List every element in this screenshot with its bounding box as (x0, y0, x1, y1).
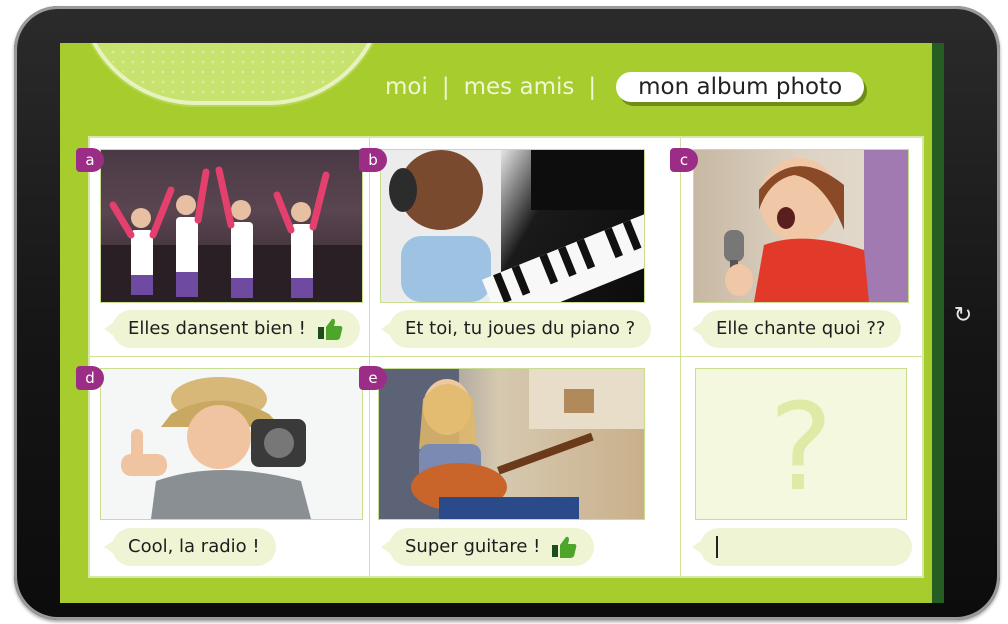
photo-dancers[interactable] (100, 149, 363, 303)
comment-bubble: Elle chante quoi ?? (691, 310, 902, 348)
app-screen: moi | mes amis | mon album photo a Elles… (60, 43, 944, 603)
comment-text: Super guitare ! (405, 536, 541, 557)
dancers-illustration (101, 166, 362, 302)
photo-label-badge: e (359, 366, 387, 390)
text-cursor (716, 536, 718, 558)
top-nav: moi | mes amis | mon album photo (385, 69, 865, 105)
photo-guitar[interactable] (378, 368, 645, 520)
photo-album-grid: a Elles dansent bien ! b Et toi, tu joue… (76, 136, 924, 578)
question-mark-icon: ? (769, 379, 833, 518)
screen-edge (932, 43, 944, 603)
comment-text: Elle chante quoi ?? (716, 318, 886, 339)
album-cell-c[interactable]: c Elle chante quoi ?? (670, 138, 922, 356)
guitar-girl-illustration (379, 369, 644, 519)
comment-bubble: Cool, la radio ! (104, 528, 276, 566)
photo-radio[interactable] (100, 368, 363, 520)
album-cell-a[interactable]: a Elles dansent bien ! (76, 138, 369, 356)
photo-label-badge: a (76, 148, 104, 172)
album-cell-b[interactable]: b Et toi, tu joues du piano ? (359, 138, 680, 356)
thumbs-up-icon[interactable] (550, 535, 578, 559)
radio-boy-illustration (121, 377, 311, 519)
album-cell-mystery[interactable]: ? (680, 356, 922, 576)
rotate-icon[interactable]: ↻ (950, 303, 976, 329)
photo-label-badge: d (76, 366, 104, 390)
comment-bubble: Et toi, tu joues du piano ? (380, 310, 652, 348)
cloud-decoration (78, 43, 386, 105)
photo-label-badge: c (670, 148, 698, 172)
comment-text: Et toi, tu joues du piano ? (405, 318, 636, 339)
photo-piano[interactable] (380, 149, 645, 303)
photo-singer[interactable] (693, 149, 909, 303)
mystery-photo-placeholder[interactable]: ? (695, 368, 907, 520)
piano-illustration (381, 150, 644, 302)
photo-label-badge: b (359, 148, 387, 172)
nav-item-mes-amis[interactable]: mes amis (464, 74, 575, 100)
comment-text: Cool, la radio ! (128, 536, 260, 557)
comment-text: Elles dansent bien ! (128, 318, 306, 339)
nav-item-mon-album-photo[interactable]: mon album photo (616, 72, 865, 102)
nav-separator: | (441, 74, 450, 100)
comment-input-bubble[interactable] (692, 528, 912, 566)
nav-item-moi[interactable]: moi (385, 74, 428, 100)
thumbs-up-icon[interactable] (316, 317, 344, 341)
singer-illustration (724, 150, 908, 302)
comment-bubble: Elles dansent bien ! (104, 310, 360, 348)
comment-bubble: Super guitare ! (380, 528, 595, 566)
album-cell-d[interactable]: d Cool, la radio ! (76, 356, 369, 576)
album-cell-e[interactable]: e Super guitare ! (359, 356, 680, 576)
nav-separator: | (588, 74, 597, 100)
